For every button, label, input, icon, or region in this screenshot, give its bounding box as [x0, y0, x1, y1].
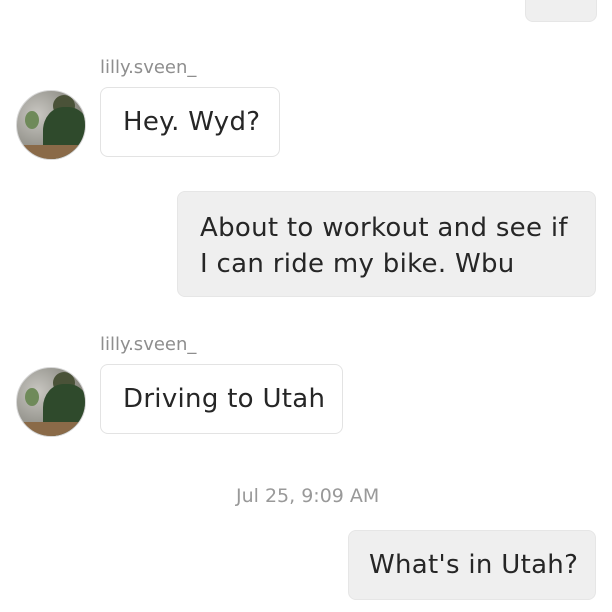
message-bubble-incoming[interactable]: Driving to Utah — [100, 364, 343, 434]
sender-avatar[interactable] — [16, 90, 86, 160]
avatar-floor — [17, 145, 85, 159]
sender-avatar[interactable] — [16, 367, 86, 437]
message-timestamp: Jul 25, 9:09 AM — [236, 485, 380, 507]
avatar-floor — [17, 422, 85, 436]
message-text: What's in Utah? — [369, 550, 579, 580]
message-text: About to workout and see if I can ride m… — [200, 213, 568, 279]
message-text: Driving to Utah — [123, 384, 326, 414]
message-bubble-outgoing-cutoff[interactable] — [525, 0, 597, 22]
message-bubble-incoming[interactable]: Hey. Wyd? — [100, 87, 280, 157]
message-bubble-outgoing[interactable]: What's in Utah? — [348, 530, 596, 600]
sender-name[interactable]: lilly.sveen_ — [100, 334, 196, 355]
message-text: Hey. Wyd? — [123, 107, 261, 137]
avatar-plant — [25, 111, 39, 129]
avatar-plant — [25, 388, 39, 406]
message-bubble-outgoing[interactable]: About to workout and see if I can ride m… — [177, 191, 596, 297]
sender-name[interactable]: lilly.sveen_ — [100, 57, 196, 78]
